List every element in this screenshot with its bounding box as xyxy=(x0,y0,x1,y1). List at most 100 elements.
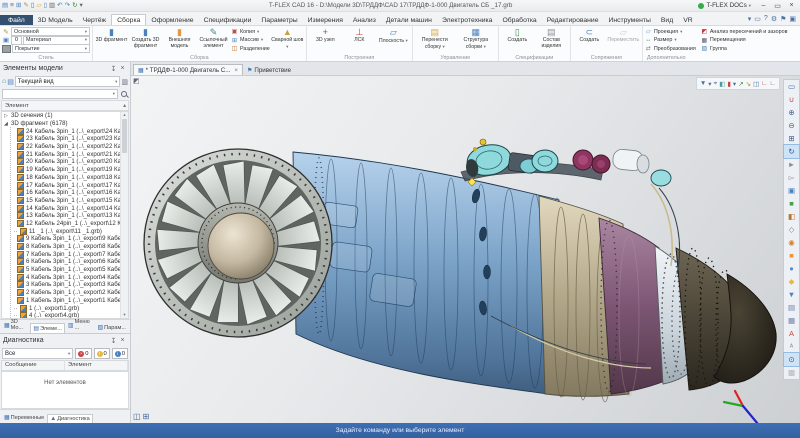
restore-button[interactable]: ▭ xyxy=(771,2,784,10)
tree-item[interactable]: 12 Кабель 24pin_1 (..\_export\12 Кабел..… xyxy=(11,220,128,228)
tab-measurements[interactable]: Измерения xyxy=(303,15,348,25)
panel-tab-variables[interactable]: ▦Переменные xyxy=(1,412,47,423)
engine-accessories[interactable] xyxy=(461,139,671,186)
panel-tab-elements[interactable]: ▤Элеме... xyxy=(30,323,65,333)
tree-group-fragments[interactable]: ◢ 3D фрагмент (6178) xyxy=(2,120,128,128)
btn-3d-fragment[interactable]: ▮ 3D фрагмент xyxy=(95,27,128,54)
measure-diagonal-icon[interactable]: ↗ xyxy=(738,80,743,88)
selector-filter-icon[interactable]: ▼ xyxy=(700,80,706,87)
tree-item[interactable]: 3 Кабель 3pin_1 (..\_export\3 Кабель 3p.… xyxy=(11,281,128,289)
btn-clash-analysis[interactable]: ◩ Анализ пересечений и зазоров xyxy=(701,28,788,36)
btn-group[interactable]: ▧ Группа xyxy=(701,45,788,53)
shaded-sphere-icon[interactable]: ● xyxy=(784,262,799,275)
tree-item[interactable]: 19 Кабель 3pin_1 (..\_export\19 Кабель .… xyxy=(11,166,128,174)
filter-caret-icon[interactable]: ▾ xyxy=(708,80,711,88)
tree-item[interactable]: 14 Кабель 3pin_1 (..\_export\14 Кабель .… xyxy=(11,204,128,212)
btn-reference-element[interactable]: ✎ Ссылочный элемент xyxy=(197,27,230,54)
layout-window-icon[interactable]: ▣ xyxy=(789,15,796,23)
btn-create-3d-fragment[interactable]: ▮ Создать 3D фрагмент xyxy=(129,27,162,54)
tab-parameters[interactable]: Параметры xyxy=(256,15,302,25)
btn-weld-seam[interactable]: ▲ Сварной шов ▾ xyxy=(271,27,304,54)
tab-file[interactable]: Файл xyxy=(0,15,33,25)
engine-purple-ring[interactable] xyxy=(599,218,665,396)
view-selector[interactable]: Текущий вид▾ xyxy=(15,76,121,87)
tree-item[interactable]: 4 Кабель 3pin_1 (..\_export\4 Кабель 3p.… xyxy=(11,273,128,281)
diag-col-message[interactable]: Сообщение xyxy=(2,361,65,370)
viewport-3d[interactable]: ◩ ▼▾⌖◧▮▾↗↘◫∟∟ ▭∪⊕⊖⊞↻►▻▣■◧◇◉■●◆▼▤▦Aᴬ⊙▩ ◫⊞ xyxy=(131,76,800,423)
btn-external-model[interactable]: ▮ Внешняя модель xyxy=(163,27,196,54)
tree-item[interactable]: 1 Кабель 3pin_1 (..\_export\1 Кабель 3p.… xyxy=(11,297,128,305)
snap-target-icon[interactable]: ⌖ xyxy=(714,80,718,88)
tab-view[interactable]: Вид xyxy=(656,15,678,25)
panel-tab-menu[interactable]: ▥Меню ... xyxy=(65,317,95,333)
solid-view-icon[interactable]: ■ xyxy=(784,249,799,262)
tree-item[interactable]: 16 Кабель 3pin_1 (..\_export\16 Кабель .… xyxy=(11,189,128,197)
tree-item[interactable]: 8 Кабель 3pin_1 (..\_export\8 Кабель 3p.… xyxy=(11,243,128,251)
grid-view-icon[interactable]: ⊞ xyxy=(143,412,150,421)
iso-view-icon[interactable]: ■ xyxy=(784,197,799,210)
btn-projection[interactable]: ▱ Проекция▾ xyxy=(645,28,696,36)
tree-item[interactable]: 24 Кабель 3pin_1 (..\_export\24 Кабель .… xyxy=(11,127,128,135)
tree-item[interactable]: 1 (..\_export\1.grb) xyxy=(11,304,128,312)
btn-dimension[interactable]: ↔ Размер▾ xyxy=(645,37,696,45)
tab-design[interactable]: Оформление xyxy=(146,15,198,25)
tree-item[interactable]: 2 Кабель 3pin_1 (..\_export\2 Кабель 3p.… xyxy=(11,289,128,297)
btn-split[interactable]: ◫ Разделение xyxy=(231,45,270,53)
pin-icon[interactable]: ↧ xyxy=(109,337,118,345)
rotate-view-icon[interactable]: ↻ xyxy=(784,145,799,158)
document-icon[interactable]: ▯ xyxy=(43,2,47,10)
tflex-docs-button[interactable]: T-FLEX DOCs ▾ xyxy=(698,2,751,9)
annotate-text-icon[interactable]: A xyxy=(784,327,799,340)
btn-transformations[interactable]: ⇄ Преобразования xyxy=(645,45,696,53)
tab-editing[interactable]: Редактирование xyxy=(542,15,604,25)
tab-assembly[interactable]: Сборка xyxy=(111,14,146,25)
axes-icon[interactable]: ∟ xyxy=(761,80,767,87)
zoom-window-icon[interactable]: ⊞ xyxy=(784,132,799,145)
new-doc-icon[interactable]: ▯ xyxy=(31,2,35,10)
panel-tab-3d-model[interactable]: ▦3D Мо... xyxy=(1,317,30,333)
tab-drawing[interactable]: Чертёж xyxy=(78,15,111,25)
minimize-button[interactable]: – xyxy=(757,2,770,10)
tab-machine-parts[interactable]: Детали машин xyxy=(381,15,437,25)
dialog-pages-icon[interactable]: ▭ xyxy=(784,80,799,93)
clip-view-icon[interactable]: ▼ xyxy=(784,288,799,301)
scroll-up-icon[interactable]: ▴ xyxy=(123,103,128,109)
tab-electrical[interactable]: Электротехника xyxy=(437,15,498,25)
tab-vr[interactable]: VR xyxy=(678,15,697,25)
split-view-icon[interactable]: ◫ xyxy=(133,412,141,421)
redo-icon[interactable]: ↷ xyxy=(65,2,70,10)
tree-item[interactable]: 6 Кабель 3pin_1 (..\_export\6 Кабель 3p.… xyxy=(11,258,128,266)
close-panel-icon[interactable]: × xyxy=(118,337,127,344)
list-options-icon[interactable]: ▥ xyxy=(121,78,128,86)
engine-nozzle[interactable] xyxy=(676,248,776,390)
tree-item[interactable]: 9 Кабель 3pin_1 (..\_export\9 Кабель 3p.… xyxy=(11,235,128,243)
find-element-icon[interactable]: ⊙ xyxy=(784,353,799,366)
material-view-icon[interactable]: ◆ xyxy=(784,275,799,288)
measure-diagonal-alt-icon[interactable]: ↘ xyxy=(746,80,751,88)
close-panel-icon[interactable]: × xyxy=(118,65,127,72)
image-export-icon[interactable]: ▤ xyxy=(784,301,799,314)
save-icon[interactable]: ▤ xyxy=(2,2,8,10)
tree-item[interactable]: 7 Кабель 3pin_1 (..\_export\7 Кабель 3p.… xyxy=(11,250,128,258)
panel-tab-diagnostics[interactable]: ▲Диагностика xyxy=(47,414,92,423)
tab-specifications[interactable]: Спецификации xyxy=(199,15,257,25)
tree-item[interactable]: 23 Кабель 3pin_1 (..\_export\23 Кабель .… xyxy=(11,135,128,143)
errors-badge[interactable]: × 0 xyxy=(75,348,91,359)
rotate-cube-icon[interactable]: ◇ xyxy=(784,223,799,236)
doc-tab-engine[interactable]: ▦ * ТРДДФ-1-000 Двигатель С... × xyxy=(133,64,243,75)
btn-move-assembly[interactable]: ▤ Перенести сборку ▾ xyxy=(415,27,455,54)
btn-move-mate[interactable]: ▱ Переместить xyxy=(607,27,640,54)
engine-3d-model[interactable] xyxy=(131,76,800,423)
view-context-icon[interactable]: ◩ xyxy=(133,77,140,85)
flag-icon[interactable]: ⚑ xyxy=(780,15,786,23)
search-input[interactable]: ▾ xyxy=(2,89,118,99)
scrollbar-thumb[interactable] xyxy=(122,119,127,153)
panel-tab-params[interactable]: ▧Парам... xyxy=(94,322,129,333)
doc-tab-welcome[interactable]: ⚑ Приветствие xyxy=(243,65,295,75)
tree-item[interactable]: 13 Кабель 3pin_1 (..\_export\13 Кабель .… xyxy=(11,212,128,220)
btn-3d-node[interactable]: + 3D узел xyxy=(309,27,342,54)
zoom-in-icon[interactable]: ⊕ xyxy=(784,106,799,119)
close-button[interactable]: × xyxy=(785,2,798,10)
select-arrow-alt-icon[interactable]: ▻ xyxy=(784,171,799,184)
tree-item[interactable]: 18 Кабель 3pin_1 (..\_export\18 Кабель .… xyxy=(11,174,128,182)
